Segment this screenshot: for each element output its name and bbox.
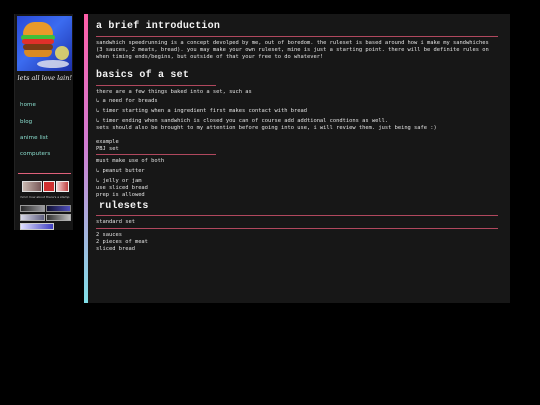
basics-item: ↳ timer starting when a ingredient first… xyxy=(96,108,307,114)
example-must-item: ↳ jelly or jam xyxy=(96,178,142,184)
stamp-image-3 xyxy=(56,181,69,192)
basics-note: sets should also be brought to my attent… xyxy=(96,125,437,131)
rulesets-heading: rulesets xyxy=(99,201,149,212)
stamp-image-2 xyxy=(43,181,55,192)
web-button-3[interactable] xyxy=(20,214,45,221)
web-button-1[interactable] xyxy=(20,205,45,212)
web-button-2[interactable] xyxy=(46,205,71,212)
nav-computers-link[interactable]: computers xyxy=(20,151,50,157)
basics-item: ↳ a need for breads xyxy=(96,98,158,104)
basics-rule xyxy=(96,85,216,86)
ruleset-rule-item: 2 sauces xyxy=(96,232,122,238)
basics-lead: there are a few things baked into a set,… xyxy=(96,89,252,95)
web-button-4[interactable] xyxy=(46,214,71,221)
stamp-caption: hmm how about there's a stamp xyxy=(20,195,70,199)
intro-heading: a brief introduction xyxy=(96,21,221,32)
example-set-name: PBJ set xyxy=(96,146,119,152)
nav-home-link[interactable]: home xyxy=(20,102,36,108)
intro-rule xyxy=(96,36,498,37)
tagline: lets all love lain! xyxy=(17,74,72,82)
nav-blog-link[interactable]: blog xyxy=(20,119,32,125)
example-rule xyxy=(96,154,216,155)
ruleset-divider xyxy=(96,228,498,229)
ruleset-rule-item: 2 pieces of meat xyxy=(96,239,148,245)
example-must-label: must make use of both xyxy=(96,158,165,164)
nav-anime-list-link[interactable]: anime list xyxy=(20,135,48,141)
main-content: a brief introduction sandwhich speedrunn… xyxy=(88,14,510,303)
example-must-item: ↳ peanut butter xyxy=(96,168,145,174)
example-rule-item: prep is allowed xyxy=(96,192,145,198)
sandwich-banner-image xyxy=(17,16,72,71)
example-label: example xyxy=(96,139,119,145)
sidebar-divider xyxy=(18,173,71,174)
intro-paragraph: sandwhich speedrunning is a concept devo… xyxy=(96,40,489,60)
basics-heading: basics of a set xyxy=(96,70,190,81)
rulesets-rule xyxy=(96,215,498,216)
example-rule-item: use sliced bread xyxy=(96,185,148,191)
stamp-image-1 xyxy=(22,181,42,192)
basics-item: ↳ timer ending when sandwhich is closed … xyxy=(96,118,389,124)
ruleset-rule-item: sliced bread xyxy=(96,246,135,252)
ruleset-name: standard set xyxy=(96,219,135,225)
web-button-5[interactable] xyxy=(20,223,54,230)
sidebar: lets all love lain! home blog anime list… xyxy=(14,14,73,230)
